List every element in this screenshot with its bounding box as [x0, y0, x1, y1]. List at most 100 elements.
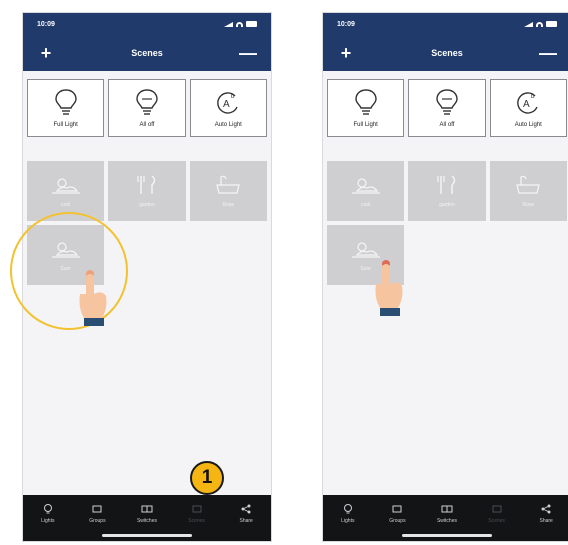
- tap-hand-icon: [375, 260, 403, 316]
- scenes-icon: [192, 505, 202, 513]
- scene-tile-rose[interactable]: Rose: [489, 161, 567, 221]
- phone-screen-right: 10:09 + Scenes — Full Light All off Ab A…: [322, 12, 568, 542]
- light-mode-row: Full Light All off Ab Auto Light: [27, 79, 267, 137]
- tab-scenes[interactable]: Scenes: [477, 503, 517, 524]
- all-off-button[interactable]: All off: [108, 79, 186, 137]
- lightbulb-icon: [343, 504, 352, 514]
- share-icon: [541, 504, 551, 514]
- add-scene-button[interactable]: +: [335, 44, 357, 62]
- status-bar: 10:09: [323, 13, 568, 35]
- remove-scene-button[interactable]: —: [237, 44, 259, 62]
- nav-bar: + Scenes —: [23, 35, 271, 71]
- auto-light-button[interactable]: Ab Auto Light: [189, 79, 267, 137]
- mode-label: All off: [139, 122, 155, 128]
- auto-light-icon: Ab: [217, 92, 238, 114]
- bottom-tab-bar: Lights Groups Switches Scenes Share: [323, 495, 568, 541]
- tab-scenes[interactable]: Scenes: [177, 503, 217, 524]
- light-mode-row: Full Light All off Ab Auto Light: [327, 79, 567, 137]
- status-icons: [224, 21, 257, 27]
- scene-tile-rose[interactable]: Rose: [189, 161, 267, 221]
- fork-knife-icon: [137, 175, 156, 194]
- status-icons: [524, 21, 557, 27]
- all-off-button[interactable]: All off: [408, 79, 486, 137]
- wifi-icon: [536, 21, 543, 27]
- tab-label: Scenes: [188, 518, 205, 524]
- bulb-icon: [54, 89, 77, 115]
- status-time: 10:09: [337, 20, 355, 28]
- full-light-button[interactable]: Full Light: [327, 79, 405, 137]
- bulb-off-icon: [436, 89, 458, 115]
- tutorial-stage: 10:09 + Scenes — Full Light All off Ab A…: [0, 0, 568, 545]
- switches-icon: [141, 505, 153, 513]
- tab-label: Groups: [89, 518, 106, 524]
- bulb-icon: [354, 89, 377, 115]
- scene-label: cool: [361, 202, 371, 208]
- step-badge: 1: [190, 461, 224, 495]
- tab-label: Share: [239, 518, 253, 524]
- status-bar: 10:09: [23, 13, 271, 35]
- scene-label: Rose: [522, 202, 535, 208]
- tab-switches[interactable]: Switches: [127, 503, 167, 524]
- tap-hand-icon: [79, 270, 107, 326]
- scene-label: Rose: [222, 202, 235, 208]
- scene-tile-cool[interactable]: cool: [327, 161, 405, 221]
- auto-light-button[interactable]: Ab Auto Light: [489, 79, 567, 137]
- signal-icon: [524, 21, 533, 27]
- svg-text:A: A: [223, 99, 230, 110]
- auto-light-icon: Ab: [517, 92, 538, 114]
- mode-label: Auto Light: [514, 122, 542, 128]
- switches-icon: [441, 505, 453, 513]
- mode-label: All off: [439, 122, 455, 128]
- tab-label: Groups: [389, 518, 406, 524]
- lightbulb-icon: [43, 504, 52, 514]
- tab-share[interactable]: Share: [226, 503, 266, 524]
- tab-label: Lights: [41, 518, 55, 524]
- home-indicator: [102, 534, 192, 537]
- scene-tile-garden[interactable]: garden: [408, 161, 486, 221]
- scene-label: garden: [139, 202, 155, 208]
- tab-switches[interactable]: Switches: [427, 503, 467, 524]
- groups-icon: [92, 505, 102, 513]
- tab-label: Scenes: [488, 518, 505, 524]
- sun-cloud-icon: [351, 242, 380, 258]
- scenes-icon: [492, 505, 502, 513]
- bottom-tab-bar: Lights Groups Switches Scenes Share: [23, 495, 271, 541]
- share-icon: [241, 504, 251, 514]
- battery-icon: [246, 21, 257, 27]
- status-time: 10:09: [37, 20, 55, 28]
- full-light-button[interactable]: Full Light: [27, 79, 105, 137]
- tab-groups[interactable]: Groups: [77, 503, 117, 524]
- page-title: Scenes: [131, 48, 163, 58]
- tab-share[interactable]: Share: [526, 503, 566, 524]
- mode-label: Full Light: [53, 122, 78, 128]
- remove-scene-button[interactable]: —: [537, 44, 559, 62]
- battery-icon: [546, 21, 557, 27]
- mode-label: Full Light: [353, 122, 378, 128]
- nav-bar: + Scenes —: [323, 35, 568, 71]
- signal-icon: [224, 21, 233, 27]
- bath-icon: [216, 175, 241, 194]
- tab-label: Switches: [436, 518, 457, 524]
- sun-cloud-icon: [351, 178, 380, 194]
- scene-label: cool: [61, 202, 71, 208]
- svg-text:A: A: [523, 99, 530, 110]
- tab-label: Switches: [136, 518, 157, 524]
- tab-label: Lights: [341, 518, 355, 524]
- bath-icon: [516, 175, 541, 194]
- bulb-off-icon: [136, 89, 158, 115]
- scene-tile-garden[interactable]: garden: [108, 161, 186, 221]
- wifi-icon: [236, 21, 243, 27]
- add-scene-button[interactable]: +: [35, 44, 57, 62]
- fork-knife-icon: [437, 175, 456, 194]
- groups-icon: [392, 505, 402, 513]
- page-title: Scenes: [431, 48, 463, 58]
- sun-cloud-icon: [51, 178, 80, 194]
- scene-grid: cool garden Rose Sunr: [327, 161, 567, 285]
- tab-lights[interactable]: Lights: [328, 503, 368, 524]
- tab-label: Share: [539, 518, 553, 524]
- home-indicator: [402, 534, 492, 537]
- scene-label: garden: [439, 202, 455, 208]
- tab-lights[interactable]: Lights: [28, 503, 68, 524]
- tab-groups[interactable]: Groups: [377, 503, 417, 524]
- mode-label: Auto Light: [214, 122, 242, 128]
